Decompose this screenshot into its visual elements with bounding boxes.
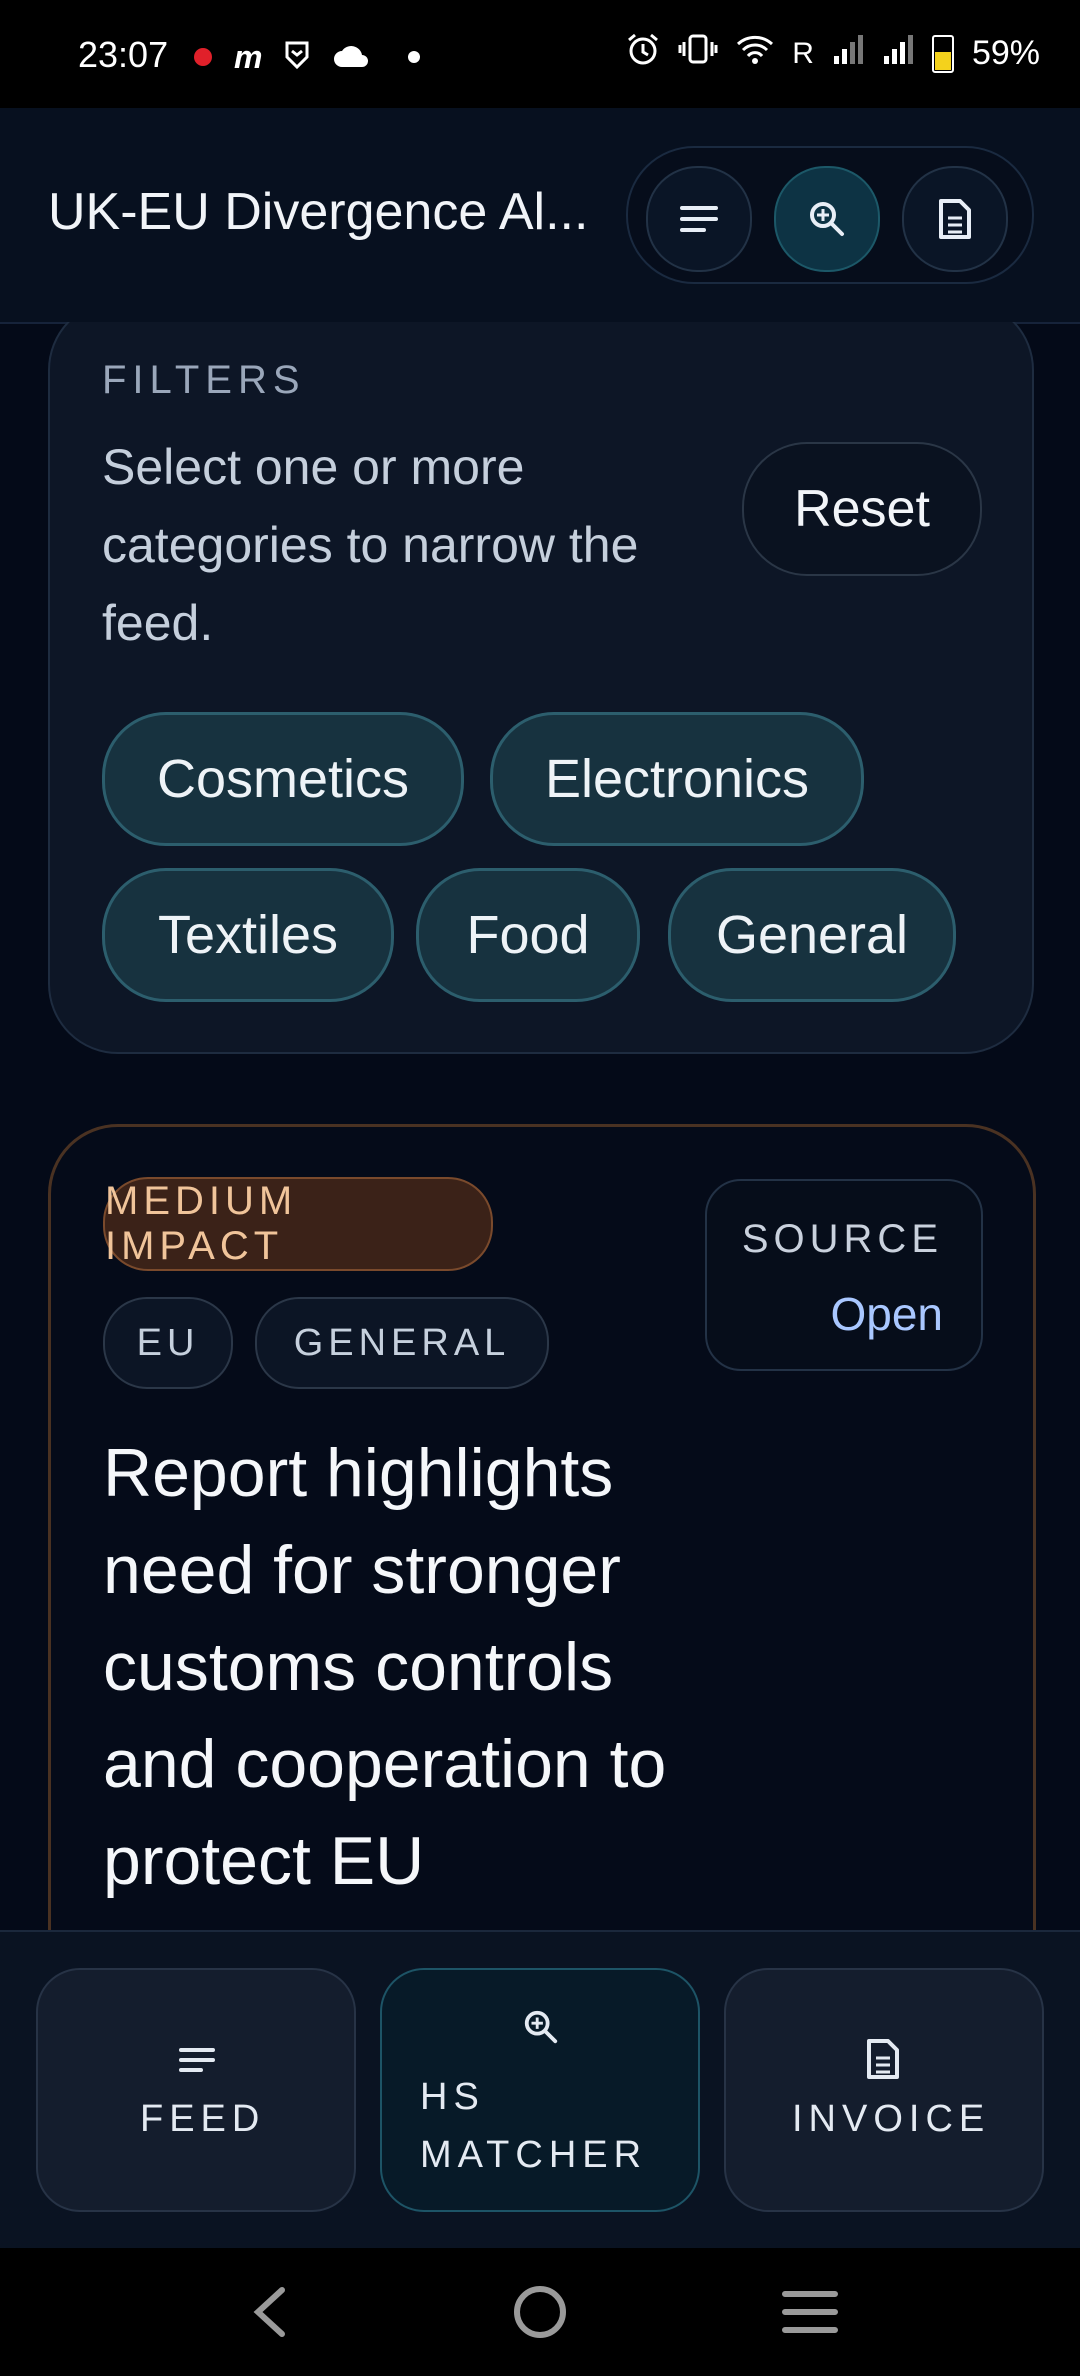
bottom-nav-hs-matcher[interactable]: HS MATCHER xyxy=(380,1968,700,2212)
notification-dot-icon xyxy=(194,48,212,66)
zoom-search-icon xyxy=(524,2010,558,2044)
document-icon xyxy=(867,2039,899,2079)
category-tag: GENERAL xyxy=(255,1297,549,1389)
filters-card: FILTERS Select one or more categories to… xyxy=(48,322,1034,1054)
filters-heading: FILTERS xyxy=(102,358,306,402)
back-icon[interactable] xyxy=(250,2286,290,2338)
source-box: SOURCE Open xyxy=(705,1179,983,1371)
impact-badge: MEDIUM IMPACT xyxy=(103,1177,493,1271)
document-icon xyxy=(939,199,971,239)
bottom-nav-invoice[interactable]: INVOICE xyxy=(724,1968,1044,2212)
battery-percent: 59% xyxy=(971,34,1040,72)
system-navigation-bar xyxy=(0,2248,1080,2376)
app-title: UK-EU Divergence Al... xyxy=(48,183,589,241)
content-scroll-area[interactable]: FILTERS Select one or more categories to… xyxy=(0,322,1080,1932)
feed-lines-icon xyxy=(680,206,718,232)
wifi-icon xyxy=(736,34,774,73)
cloud-icon xyxy=(332,36,370,78)
reset-button[interactable]: Reset xyxy=(742,442,982,576)
system-icons: R 59% xyxy=(626,32,1040,75)
invoice-tab-button[interactable] xyxy=(902,166,1008,272)
notification-icons: m xyxy=(194,36,421,78)
filter-chip-food[interactable]: Food xyxy=(416,868,640,1002)
alert-headline: Report highlights need for stronger cust… xyxy=(103,1435,667,1899)
battery-icon xyxy=(931,34,954,73)
bottom-nav-feed-label: FEED xyxy=(140,2098,266,2140)
more-dot-icon xyxy=(408,51,421,63)
region-tag: EU xyxy=(103,1297,233,1389)
m-app-icon: m xyxy=(234,39,263,75)
home-icon[interactable] xyxy=(512,2284,568,2340)
status-bar: 23:07 m R 59% xyxy=(0,0,1080,108)
signal-icon xyxy=(882,34,914,73)
shield-app-icon xyxy=(284,41,310,74)
app-bar: UK-EU Divergence Al... xyxy=(0,108,1080,324)
roaming-label: R xyxy=(792,36,814,70)
recents-menu-icon[interactable] xyxy=(782,2288,838,2336)
vibrate-icon xyxy=(678,34,718,73)
bottom-navigation: FEED HS MATCHER INVOICE xyxy=(0,1930,1080,2250)
source-label: SOURCE xyxy=(741,1217,943,1261)
bottom-nav-hs-matcher-label: HS MATCHER xyxy=(420,2076,648,2176)
feed-lines-icon xyxy=(179,2048,215,2072)
alert-card[interactable]: MEDIUM IMPACT EU GENERAL SOURCE Open Rep… xyxy=(48,1124,1036,1932)
filter-chip-general[interactable]: General xyxy=(668,868,956,1002)
source-open-link[interactable]: Open xyxy=(830,1287,943,1341)
filters-description: Select one or more categories to narrow … xyxy=(102,439,639,651)
hs-matcher-tab-button[interactable] xyxy=(774,166,880,272)
bottom-nav-invoice-label: INVOICE xyxy=(792,2098,991,2140)
bottom-nav-feed[interactable]: FEED xyxy=(36,1968,356,2212)
status-time: 23:07 xyxy=(78,34,169,75)
filter-chip-electronics[interactable]: Electronics xyxy=(490,712,864,846)
alarm-icon xyxy=(626,32,660,75)
feed-tab-button[interactable] xyxy=(646,166,752,272)
filter-chip-cosmetics[interactable]: Cosmetics xyxy=(102,712,464,846)
filter-chip-textiles[interactable]: Textiles xyxy=(102,868,394,1002)
top-nav-group xyxy=(626,146,1034,284)
zoom-search-icon xyxy=(810,202,844,236)
signal-icon xyxy=(832,34,864,73)
